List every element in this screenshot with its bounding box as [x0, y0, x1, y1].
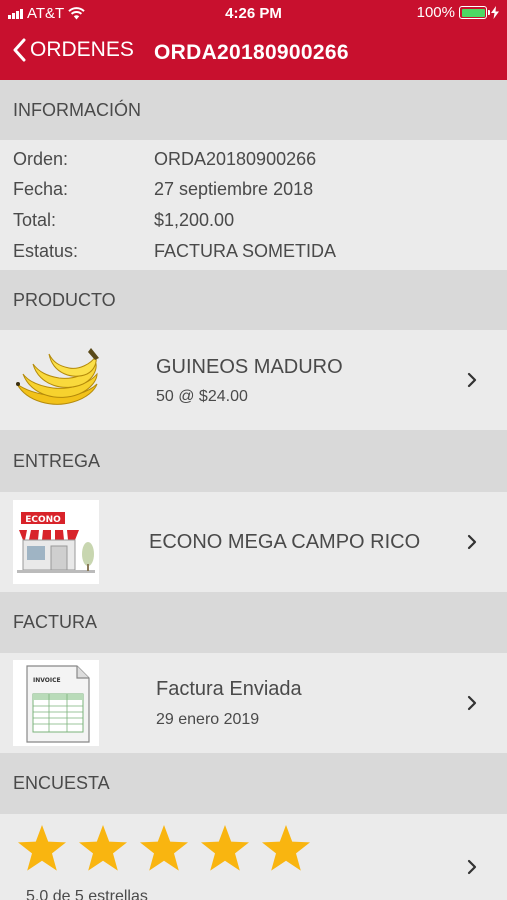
rating-text: 5.0 de 5 estrellas — [26, 888, 148, 900]
product-row[interactable]: GUINEOS MADURO 50 @ $24.00 — [0, 330, 507, 430]
chevron-right-icon — [467, 695, 477, 711]
store-icon: ECONO — [13, 500, 99, 584]
chevron-right-icon — [467, 372, 477, 388]
info-header-label: INFORMACIÓN — [13, 99, 141, 120]
date-label: Fecha: — [13, 179, 69, 199]
survey-row[interactable]: 5.0 de 5 estrellas — [0, 814, 507, 900]
banana-image — [16, 348, 99, 405]
chevron-left-icon — [13, 38, 26, 62]
chevron-right-icon — [467, 534, 477, 550]
battery-icon — [459, 6, 490, 19]
chevron-right-icon — [467, 859, 477, 875]
page-title: ORDA20180900266 — [154, 41, 349, 64]
store-name: ECONO MEGA CAMPO RICO — [149, 531, 421, 553]
delivery-row[interactable]: ECONO ECONO MEGA CAMPO RICO — [0, 492, 507, 592]
section-header-info: INFORMACIÓN — [0, 80, 507, 140]
product-detail: 50 @ $24.00 — [156, 388, 248, 405]
star-icon — [18, 825, 66, 871]
star-icon — [201, 825, 249, 871]
section-header-invoice: FACTURA — [0, 592, 507, 653]
store-logo-text: ECONO — [25, 515, 61, 525]
back-label: ORDENES — [30, 38, 134, 61]
invoice-doc-label: INVOICE — [33, 677, 61, 684]
invoice-header-label: FACTURA — [13, 612, 98, 632]
back-button[interactable]: ORDENES — [12, 38, 134, 62]
product-name: GUINEOS MADURO — [156, 356, 343, 378]
star-rating — [17, 824, 311, 872]
status-value: FACTURA SOMETIDA — [154, 241, 337, 261]
star-icon — [79, 825, 127, 871]
section-header-product: PRODUCTO — [0, 270, 507, 330]
total-label: Total: — [13, 210, 57, 230]
invoice-row[interactable]: INVOICE Factura Enviada 29 enero 2019 — [0, 653, 507, 753]
status-bar: AT&T 4:26 PM 100% — [0, 0, 507, 28]
total-value: $1,200.00 — [154, 210, 235, 230]
survey-header-label: ENCUESTA — [13, 773, 110, 793]
status-label: Estatus: — [13, 241, 79, 261]
invoice-title: Factura Enviada — [156, 678, 302, 700]
date-value: 27 septiembre 2018 — [154, 179, 314, 199]
section-header-delivery: ENTREGA — [0, 430, 507, 492]
product-header-label: PRODUCTO — [13, 289, 116, 310]
status-right: 100% — [417, 4, 499, 21]
invoice-document-icon: INVOICE — [13, 660, 99, 746]
charging-bolt-icon — [491, 6, 499, 19]
delivery-header-label: ENTREGA — [13, 450, 101, 471]
section-header-survey: ENCUESTA — [0, 753, 507, 814]
star-icon — [262, 825, 310, 871]
order-value: ORDA20180900266 — [154, 149, 317, 169]
nav-bar: ORDENES ORDA20180900266 — [0, 28, 507, 80]
invoice-date: 29 enero 2019 — [156, 711, 260, 728]
battery-percent: 100% — [416, 4, 455, 21]
info-block: Orden: ORDA20180900266 Fecha: 27 septiem… — [0, 140, 507, 270]
order-label: Orden: — [13, 149, 69, 169]
star-icon — [140, 825, 188, 871]
